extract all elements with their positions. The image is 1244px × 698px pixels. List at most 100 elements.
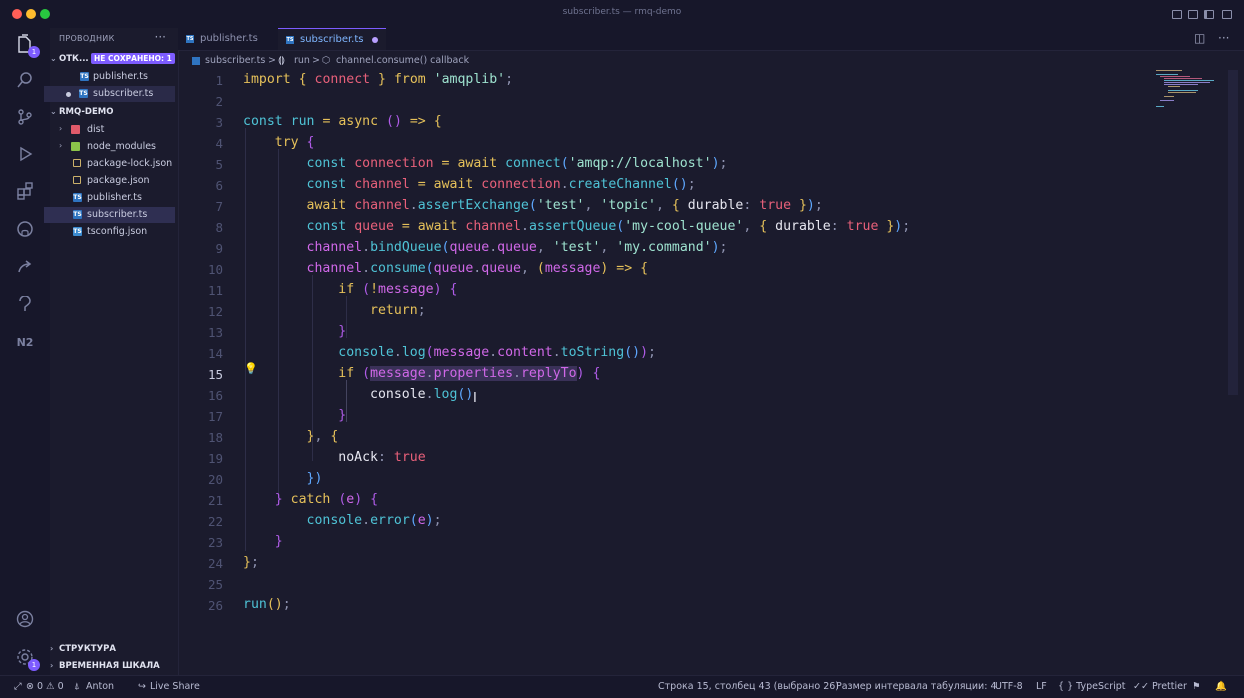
github-icon[interactable]: [13, 217, 37, 241]
remote-indicator-icon[interactable]: ⤢: [14, 681, 22, 692]
user-indicator[interactable]: Anton: [86, 681, 114, 692]
line-number: 18: [207, 430, 223, 445]
tree-item-package-lock[interactable]: package-lock.json: [50, 156, 178, 172]
token: noAck: [338, 450, 378, 465]
testing-icon[interactable]: [13, 293, 37, 317]
token: message: [544, 261, 601, 276]
line-number: 5: [215, 157, 223, 172]
chevron-right-icon: ›: [59, 141, 63, 150]
run-debug-icon[interactable]: [13, 142, 37, 166]
extensions-icon[interactable]: [13, 179, 37, 203]
live-share-icon[interactable]: [13, 255, 37, 279]
open-editors-section[interactable]: ⌄ ОТК... НЕ СОХРАНЕНО: 1: [50, 52, 178, 68]
tree-item-label: dist: [87, 124, 105, 135]
source-control-icon[interactable]: [13, 105, 37, 129]
tab-label: subscriber.ts: [300, 34, 364, 45]
tree-item-tsconfig[interactable]: TS tsconfig.json: [50, 224, 178, 240]
token: channel: [465, 219, 521, 234]
token: import: [243, 72, 291, 87]
line-number: 8: [215, 220, 223, 235]
breadcrumb-function[interactable]: run: [294, 55, 310, 66]
tree-item-label: subscriber.ts: [87, 209, 148, 220]
minimap[interactable]: [1150, 70, 1230, 110]
n2-extension-icon[interactable]: N2: [13, 330, 37, 354]
project-section[interactable]: ⌄ RMQ-DEMO: [50, 105, 178, 121]
toggle-sidebar-icon[interactable]: [1172, 10, 1182, 19]
npm-json-icon: [73, 159, 81, 167]
open-editor-publisher[interactable]: TS publisher.ts: [50, 69, 178, 85]
explorer-more-actions-button[interactable]: ···: [155, 30, 166, 44]
split-editor-icon[interactable]: ◫: [1194, 31, 1205, 45]
typescript-file-icon: TS: [186, 35, 194, 43]
token: assertExchange: [417, 198, 529, 213]
token: const: [306, 177, 347, 192]
indentation-setting[interactable]: Размер интервала табуляции: 4: [836, 681, 997, 692]
cursor-position[interactable]: Строка 15, столбец 43 (выбрано 26): [658, 681, 839, 692]
typescript-file-icon: TS: [80, 72, 89, 81]
toggle-panel-icon[interactable]: [1188, 10, 1198, 19]
timeline-section[interactable]: › ВРЕМЕННАЯ ШКАЛА: [50, 659, 178, 675]
tab-subscriber[interactable]: TS subscriber.ts: [278, 28, 386, 50]
feedback-icon[interactable]: ⚑: [1192, 681, 1201, 692]
token: connect: [505, 156, 561, 171]
token: 'topic': [600, 198, 656, 213]
line-number: 25: [207, 577, 223, 592]
more-actions-icon[interactable]: ···: [1218, 31, 1229, 45]
token: catch: [290, 492, 331, 507]
code-line: console.log(message.content.toString());: [338, 345, 656, 360]
tree-item-package-json[interactable]: package.json: [50, 173, 178, 189]
line-number: 13: [207, 325, 223, 340]
line-number: 20: [207, 472, 223, 487]
search-icon[interactable]: [13, 68, 37, 92]
unsaved-dot-icon[interactable]: [372, 37, 378, 43]
token: await: [417, 219, 458, 234]
prettier-status[interactable]: ✓✓ Prettier: [1133, 681, 1187, 692]
line-number: 24: [207, 556, 223, 571]
tree-item-node-modules[interactable]: › node_modules: [50, 139, 178, 155]
token: 'amqp://localhost': [568, 156, 712, 171]
explorer-icon[interactable]: 1: [13, 32, 40, 58]
line-number: 15: [207, 367, 223, 382]
chevron-right-icon: ›: [59, 124, 63, 133]
encoding-setting[interactable]: UTF-8: [995, 681, 1023, 692]
vscode-window: subscriber.ts — rmq-demo 1 N2 1 ПРОВОДНИ…: [0, 0, 1244, 698]
open-editor-subscriber[interactable]: TS subscriber.ts: [44, 86, 175, 102]
token: const: [306, 156, 347, 171]
token: try: [274, 135, 299, 150]
customize-layout-icon[interactable]: [1222, 10, 1232, 19]
breadcrumb-file[interactable]: subscriber.ts: [205, 55, 265, 66]
editor-scrollbar[interactable]: [1228, 70, 1238, 395]
breadcrumb-callback[interactable]: channel.consume() callback: [336, 55, 469, 66]
code-line: }: [338, 408, 347, 423]
token: true: [759, 198, 792, 213]
tree-item-publisher[interactable]: TS publisher.ts: [50, 190, 178, 206]
tree-item-label: tsconfig.json: [87, 226, 148, 237]
activity-bar: 1 N2 1: [0, 28, 50, 675]
outline-label: СТРУКТУРА: [59, 644, 116, 654]
code-line: channel.consume(queue.queue, (message) =…: [306, 261, 649, 276]
token: async: [338, 114, 379, 129]
code-line: if (message.properties.replyTo) {: [338, 366, 601, 381]
tab-publisher[interactable]: TS publisher.ts: [178, 28, 278, 50]
code-editor[interactable]: 1 2 3 4 5 6 7 8 9 10 11 12 13 14 15 16 17 18 19 20 21 22 23 24 2…: [178, 70, 1228, 670]
settings-gear-icon[interactable]: 1: [13, 645, 40, 671]
eol-setting[interactable]: LF: [1036, 681, 1047, 692]
line-number: 26: [207, 598, 223, 613]
line-number: 12: [207, 304, 223, 319]
live-share-button[interactable]: Live Share: [150, 681, 200, 692]
tree-item-dist[interactable]: › dist: [50, 122, 178, 138]
outline-section[interactable]: › СТРУКТУРА: [50, 642, 178, 658]
problems-indicator[interactable]: ⊗ 0 ⚠ 0: [26, 681, 64, 692]
token: createChannel: [568, 177, 672, 192]
token: channel: [306, 240, 363, 255]
token: queue: [481, 261, 521, 276]
live-share-icon: ↪: [138, 681, 146, 692]
notifications-bell-icon[interactable]: 🔔: [1215, 681, 1227, 692]
tree-item-subscriber[interactable]: TS subscriber.ts: [44, 207, 175, 223]
language-mode[interactable]: { } TypeScript: [1058, 681, 1126, 692]
toggle-secondary-sidebar-icon[interactable]: [1204, 10, 1214, 19]
token: connection: [481, 177, 561, 192]
code-line: }): [306, 471, 323, 486]
mouse-ibeam-cursor: I: [473, 391, 477, 406]
accounts-icon[interactable]: [13, 607, 37, 631]
